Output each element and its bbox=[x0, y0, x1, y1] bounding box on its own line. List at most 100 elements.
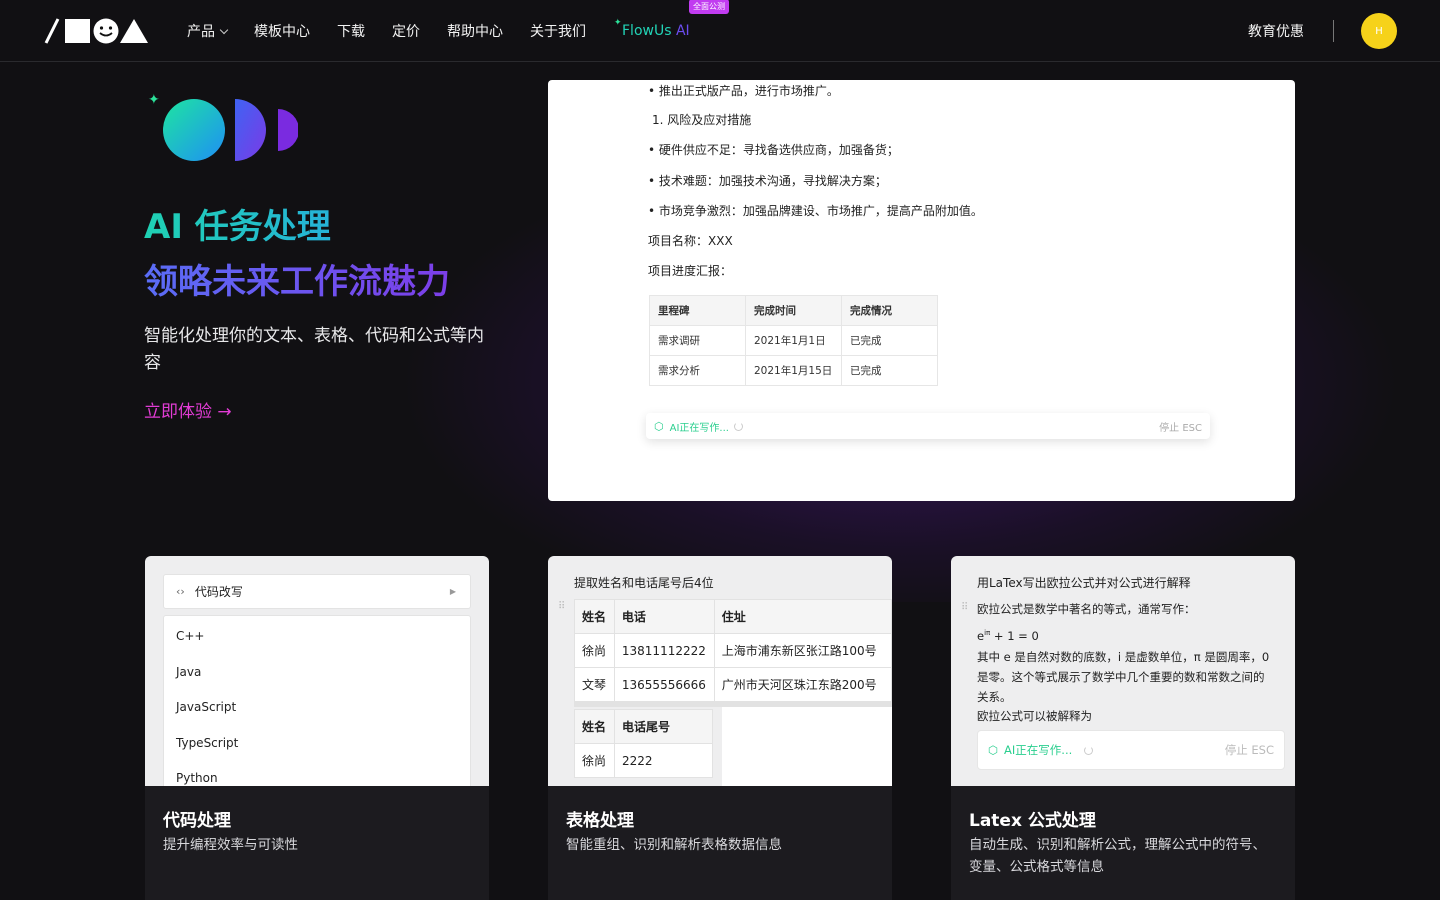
card-description: 智能重组、识别和解析表格数据信息 bbox=[566, 837, 782, 853]
table-prompt: 提取姓名和电话尾号后4位 bbox=[574, 576, 714, 590]
table-header-row: 里程碑 完成时间 完成情况 bbox=[649, 295, 938, 326]
card-preview: 用LaTex写出欧拉公式并对公式进行解释 ⠿ 欧拉公式是数学中著名的等式，通常写… bbox=[951, 556, 1295, 786]
hero-title-line2: 领略未来工作流魅力 bbox=[144, 255, 450, 310]
card-description: 提升编程效率与可读性 bbox=[163, 837, 298, 853]
flowus-logo[interactable] bbox=[44, 17, 150, 45]
table-header-cell: 电话尾号 bbox=[614, 709, 713, 744]
table-cell: 13655556666 bbox=[613, 667, 715, 702]
nav-item-about[interactable]: 关于我们 bbox=[530, 21, 586, 41]
feature-card-table[interactable]: 提取姓名和电话尾号后4位 ⠿ 姓名 电话 住址 徐尚 13811112222 上… bbox=[548, 556, 892, 900]
language-option[interactable]: C++ bbox=[164, 619, 470, 655]
try-now-link[interactable]: 立即体验 → bbox=[144, 397, 232, 422]
doc-line: 项目进度汇报： bbox=[648, 264, 733, 278]
language-option[interactable]: TypeScript bbox=[164, 726, 470, 762]
table-header-cell: 电话 bbox=[613, 599, 715, 634]
ai-link-label: FlowUs bbox=[622, 23, 672, 39]
table-row: 需求调研 2021年1月1日 已完成 bbox=[649, 325, 938, 356]
nav-item-help[interactable]: 帮助中心 bbox=[447, 21, 503, 41]
result-table: 姓名 电话尾号 徐尚 2222 bbox=[574, 709, 713, 778]
nav-item-flowus-ai[interactable]: ✦ FlowUs AI 全面公测 bbox=[614, 0, 729, 39]
table-header-cell: 姓名 bbox=[574, 599, 615, 634]
ai-cube-icon: ⬡ bbox=[654, 419, 664, 433]
latex-paragraph: 欧拉公式是数学中著名的等式，通常写作： bbox=[977, 602, 1196, 616]
table-cell: 文琴 bbox=[574, 667, 615, 702]
card-preview: 提取姓名和电话尾号后4位 ⠿ 姓名 电话 住址 徐尚 13811112222 上… bbox=[548, 556, 892, 786]
table-cell: 徐尚 bbox=[574, 743, 615, 778]
table-cell: 徐尚 bbox=[574, 633, 615, 668]
code-icon: ‹› bbox=[176, 585, 185, 598]
latex-formula: eiπ + 1 = 0 bbox=[977, 623, 1273, 646]
table-header-row: 姓名 电话 住址 bbox=[574, 599, 892, 634]
language-option[interactable]: Python bbox=[164, 761, 470, 786]
latex-paragraph: 欧拉公式可以被解释为 bbox=[977, 709, 1092, 723]
hero-title: AI 任务处理 领略未来工作流魅力 bbox=[144, 200, 450, 310]
loading-spinner-icon bbox=[1084, 745, 1094, 755]
drag-handle-icon[interactable]: ⠿ bbox=[558, 601, 565, 612]
table-cell: 需求调研 bbox=[649, 325, 746, 356]
card-title: 表格处理 bbox=[566, 811, 634, 831]
nav-divider bbox=[1333, 20, 1334, 42]
nav-item-templates[interactable]: 模板中心 bbox=[254, 21, 310, 41]
ai-status-text: AI正在写作... bbox=[1004, 743, 1073, 757]
doc-line: • 硬件供应不足：寻找备选供应商，加强备货； bbox=[648, 143, 899, 157]
table-row: 文琴 13655556666 广州市天河区珠江东路200号 bbox=[574, 667, 892, 702]
drag-handle-icon[interactable]: ⠿ bbox=[961, 602, 968, 613]
doc-line: • 市场竞争激烈：加强品牌建设、市场推广，提高产品附加值。 bbox=[648, 204, 983, 218]
card-title: Latex 公式处理 bbox=[969, 811, 1096, 831]
beta-badge: 全面公测 bbox=[689, 0, 729, 14]
caret-right-icon: ▶ bbox=[449, 587, 456, 596]
card-preview: ‹› 代码改写 ▶ C++ Java JavaScript TypeScript… bbox=[145, 556, 489, 786]
language-option[interactable]: Java bbox=[164, 655, 470, 691]
progress-table: 里程碑 完成时间 完成情况 需求调研 2021年1月1日 已完成 需求分析 20… bbox=[649, 295, 938, 386]
table-row: 徐尚 2222 bbox=[574, 743, 713, 778]
latex-paragraph: 其中 e 是自然对数的底数，i 是虚数单位，π 是圆周率，0 是零。这个等式展示… bbox=[977, 650, 1270, 704]
table-header-cell: 姓名 bbox=[574, 709, 615, 744]
ai-hero-icon: ✦ bbox=[148, 92, 298, 161]
table-row: 徐尚 13811112222 上海市浦东新区张江路100号 bbox=[574, 633, 892, 668]
blank-area bbox=[722, 707, 892, 786]
stop-button[interactable]: 停止 ESC bbox=[1225, 742, 1274, 758]
card-title: 代码处理 bbox=[163, 811, 231, 831]
doc-line: 项目名称：XXX bbox=[648, 234, 733, 248]
language-list: C++ Java JavaScript TypeScript Python bbox=[163, 615, 471, 786]
feature-card-code[interactable]: ‹› 代码改写 ▶ C++ Java JavaScript TypeScript… bbox=[145, 556, 489, 900]
table-cell: 2222 bbox=[614, 743, 713, 778]
sparkle-icon: ✦ bbox=[614, 18, 622, 28]
card-description: 自动生成、识别和解析公式，理解公式中的符号、变量、公式格式等信息 bbox=[969, 837, 1266, 875]
stop-button[interactable]: 停止 ESC bbox=[1159, 419, 1202, 434]
nav-item-label: 产品 bbox=[187, 24, 215, 40]
user-avatar[interactable]: H bbox=[1361, 13, 1397, 49]
table-cell: 2021年1月15日 bbox=[745, 355, 842, 386]
table-row: 需求分析 2021年1月15日 已完成 bbox=[649, 355, 938, 386]
doc-line: • 技术难题：加强技术沟通，寻找解决方案； bbox=[648, 174, 887, 188]
ai-writing-demo: • 推出正式版产品，进行市场推广。 1. 风险及应对措施 • 硬件供应不足：寻找… bbox=[548, 80, 1295, 501]
formula-rest: + 1 = 0 bbox=[990, 628, 1039, 643]
hero-description: 智能化处理你的文本、表格、代码和公式等内容 bbox=[144, 326, 484, 373]
nav-item-pricing[interactable]: 定价 bbox=[392, 21, 420, 41]
ai-writing-bar: ⬡ AI正在写作... 停止 ESC bbox=[646, 413, 1210, 439]
language-option[interactable]: JavaScript bbox=[164, 690, 470, 726]
table-cell: 已完成 bbox=[841, 355, 938, 386]
nav-item-product[interactable]: 产品 bbox=[187, 21, 229, 41]
menu-head-label: 代码改写 bbox=[194, 585, 243, 599]
latex-prompt: 用LaTex写出欧拉公式并对公式进行解释 bbox=[977, 576, 1191, 590]
nav-menu: 产品 模板中心 下载 定价 帮助中心 关于我们 ✦ FlowUs AI 全面公测 bbox=[187, 0, 729, 62]
ai-status-text: AI正在写作... bbox=[669, 422, 729, 434]
table-cell: 2021年1月1日 bbox=[745, 325, 842, 356]
table-cell: 已完成 bbox=[841, 325, 938, 356]
table-header-cell: 住址 bbox=[713, 599, 892, 634]
feature-card-latex[interactable]: 用LaTex写出欧拉公式并对公式进行解释 ⠿ 欧拉公式是数学中著名的等式，通常写… bbox=[951, 556, 1295, 900]
edu-discount-link[interactable]: 教育优惠 bbox=[1248, 21, 1304, 41]
nav-item-download[interactable]: 下载 bbox=[337, 21, 365, 41]
table-cell: 上海市浦东新区张江路100号 bbox=[713, 633, 892, 668]
contacts-table: 姓名 电话 住址 徐尚 13811112222 上海市浦东新区张江路100号 文… bbox=[574, 599, 892, 702]
code-rewrite-menu-head[interactable]: ‹› 代码改写 ▶ bbox=[163, 574, 471, 609]
svg-text:✦: ✦ bbox=[148, 92, 160, 108]
table-cell: 13811112222 bbox=[613, 633, 715, 668]
top-nav: 产品 模板中心 下载 定价 帮助中心 关于我们 ✦ FlowUs AI 全面公测… bbox=[0, 0, 1440, 62]
doc-line: 1. 风险及应对措施 bbox=[652, 113, 752, 127]
table-header-cell: 完成时间 bbox=[745, 295, 842, 326]
ai-writing-bar: ⬡ AI正在写作... 停止 ESC bbox=[977, 730, 1285, 770]
table-header-cell: 完成情况 bbox=[841, 295, 938, 326]
table-cell: 需求分析 bbox=[649, 355, 746, 386]
